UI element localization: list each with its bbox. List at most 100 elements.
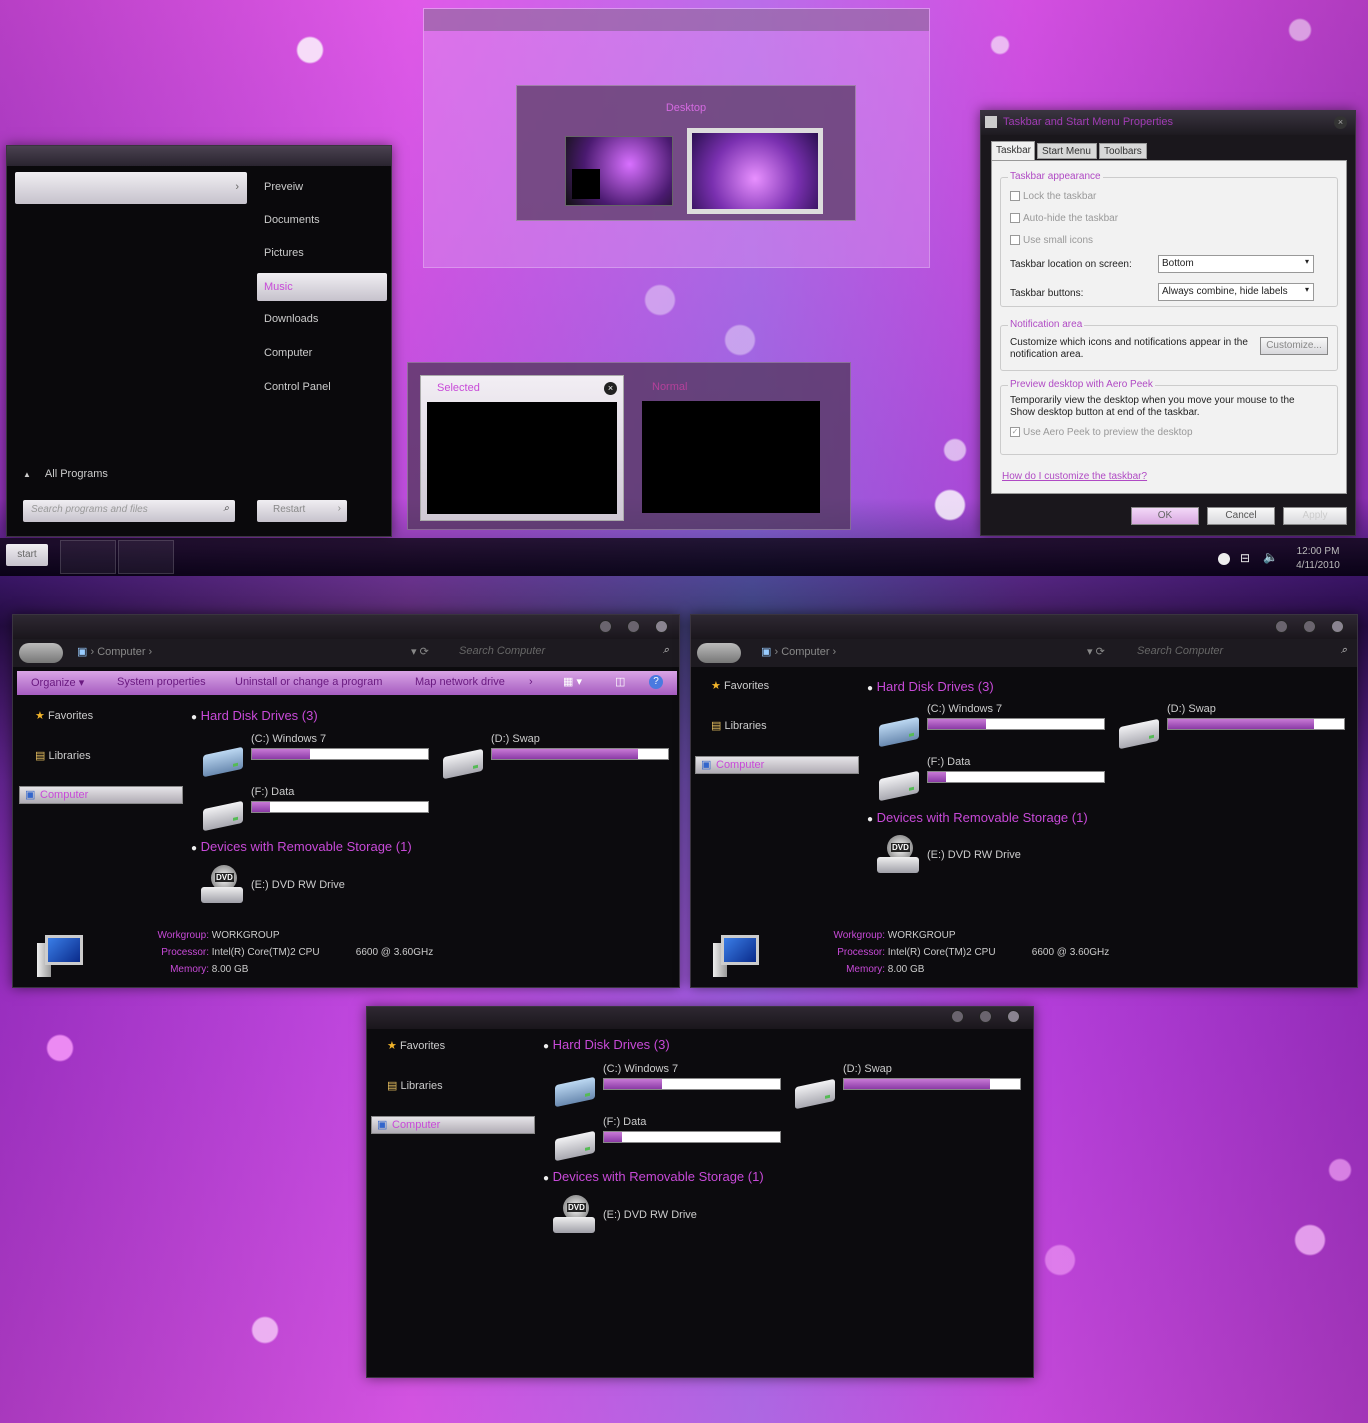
desktop-switcher: Desktop [516,85,856,221]
location-select[interactable]: Bottom ▾ [1158,255,1314,273]
back-forward-button[interactable] [697,643,741,663]
nav-computer-label: Computer [716,759,765,771]
autohide-checkbox[interactable]: Auto-hide the taskbar [1010,213,1118,224]
hard-drive-icon [203,800,243,832]
start-item-computer[interactable]: Computer [257,340,387,374]
address-box[interactable]: ▣ › Computer › ▾ ⟳ [77,645,437,658]
nav-libraries[interactable]: ▤ Libraries [711,719,767,732]
start-item-preview[interactable]: Preveiw [257,174,387,207]
nav-computer-label: Computer [392,1119,441,1131]
peek-text: Temporarily view the desktop when you mo… [1010,395,1295,418]
nav-favorites[interactable]: ★ Favorites [35,709,93,722]
search-input[interactable]: Search Computer ⌕ [1137,644,1349,657]
drive-e-label: (E:) DVD RW Drive [927,849,1021,861]
close-icon[interactable] [655,620,668,633]
apply-button[interactable]: Apply [1283,507,1347,525]
view-icon[interactable]: ▦ ▾ [563,675,582,688]
nav-computer[interactable]: ▣ Computer [695,756,859,774]
taskbar-button-2[interactable] [118,540,174,574]
explorer1-addressbar: ▣ › Computer › ▾ ⟳ Search Computer ⌕ [13,639,679,667]
hdd-group-header[interactable]: ● Hard Disk Drives (3) [867,679,994,694]
start-button[interactable]: start [6,544,48,566]
checkbox-checked: ✓ [1010,427,1020,438]
peek-checkbox[interactable]: ✓ Use Aero Peek to preview the desktop [1010,427,1193,438]
workgroup-key: Workgroup: [833,930,885,941]
tab-start-menu[interactable]: Start Menu [1037,143,1097,159]
system-properties-button[interactable]: System properties [117,676,206,688]
thumb-selected[interactable]: Selected × [420,375,624,521]
address-box[interactable]: ▣ › Computer › ▾ ⟳ [761,645,1121,658]
cancel-button[interactable]: Cancel [1207,507,1275,525]
organize-button[interactable]: Organize ▾ [31,676,84,689]
ok-button[interactable]: OK [1131,507,1199,525]
uninstall-button[interactable]: Uninstall or change a program [235,676,382,688]
start-menu: › Preveiw Documents Pictures Music Downl… [6,145,392,537]
close-icon[interactable]: × [1334,116,1347,129]
maximize-icon[interactable] [1303,620,1316,633]
tab-taskbar[interactable]: Taskbar [991,141,1035,161]
computer-large-icon [713,935,759,977]
volume-icon[interactable]: 🔈 [1263,550,1278,564]
minimize-icon[interactable] [1275,620,1288,633]
nav-favorites[interactable]: ★ Favorites [387,1039,445,1052]
desktop-thumb-1[interactable] [565,136,673,206]
help-icon[interactable]: ? [649,675,663,689]
maximize-icon[interactable] [979,1010,992,1023]
removable-group-header[interactable]: ● Devices with Removable Storage (1) [543,1169,764,1184]
organize-label: Organize [31,677,76,689]
thumb-normal[interactable]: Normal [642,375,822,521]
nav-libraries[interactable]: ▤ Libraries [387,1079,443,1092]
back-forward-button[interactable] [19,643,63,663]
network-icon[interactable]: ⊟ [1240,551,1250,565]
libraries-icon: ▤ [35,750,46,762]
nav-favorites[interactable]: ★ Favorites [711,679,769,692]
checkbox-box [1010,235,1020,246]
dialog-title: Taskbar and Start Menu Properties [1003,116,1173,128]
lock-checkbox[interactable]: Lock the taskbar [1010,191,1096,202]
chevron-right-icon: › [235,181,239,193]
chevron-down-icon: ▾ [1304,285,1309,294]
start-item-documents[interactable]: Documents [257,207,387,240]
start-item-pictures[interactable]: Pictures [257,240,387,273]
removable-group-header[interactable]: ● Devices with Removable Storage (1) [867,810,1088,825]
buttons-select[interactable]: Always combine, hide labels ▾ [1158,283,1314,301]
search-input[interactable]: Search Computer ⌕ [459,644,671,657]
removable-group-header[interactable]: ● Devices with Removable Storage (1) [191,839,412,854]
details-pane: Workgroup: WORKGROUP Processor: Intel(R)… [789,927,1109,978]
start-item-downloads[interactable]: Downloads [257,306,387,340]
restart-button[interactable]: Restart › [257,500,347,522]
map-network-drive-button[interactable]: Map network drive [415,676,505,688]
drive-d-fill [844,1079,991,1089]
workgroup-value: WORKGROUP [887,930,956,941]
desktop-thumb-2-selected[interactable] [687,128,823,214]
computer-icon: ▣ [25,789,36,801]
clock[interactable]: 12:00 PM 4/11/2010 [1290,545,1346,573]
start-menu-pinned-item[interactable]: › [15,172,247,204]
nav-computer[interactable]: ▣ Computer [19,786,183,804]
start-item-control-panel[interactable]: Control Panel [257,374,387,408]
search-input[interactable]: Search programs and files ⌕ [23,500,235,522]
start-item-music[interactable]: Music [257,273,387,301]
tray-icon-1[interactable] [1218,553,1230,565]
taskbar-button-1[interactable] [60,540,116,574]
close-icon[interactable] [1331,620,1344,633]
minimize-icon[interactable] [951,1010,964,1023]
nav-libraries[interactable]: ▤ Libraries [35,749,91,762]
customize-button[interactable]: Customize... [1260,337,1328,355]
preview-pane-icon[interactable]: ◫ [615,675,625,688]
help-link[interactable]: How do I customize the taskbar? [1002,471,1147,482]
drive-f-fill [928,772,946,782]
hdd-group-header[interactable]: ● Hard Disk Drives (3) [191,708,318,723]
more-chevron-icon[interactable]: › [529,676,533,688]
small-icons-checkbox[interactable]: Use small icons [1010,235,1093,246]
close-icon[interactable] [1007,1010,1020,1023]
maximize-icon[interactable] [627,620,640,633]
minimize-icon[interactable] [599,620,612,633]
tab-toolbars[interactable]: Toolbars [1099,143,1147,159]
search-icon: ⌕ [223,503,229,514]
close-icon[interactable]: × [604,382,617,395]
hdd-group-header[interactable]: ● Hard Disk Drives (3) [543,1037,670,1052]
all-programs[interactable]: ▲ All Programs [23,468,108,480]
drive-c-usage [603,1078,781,1090]
nav-computer[interactable]: ▣ Computer [371,1116,535,1134]
